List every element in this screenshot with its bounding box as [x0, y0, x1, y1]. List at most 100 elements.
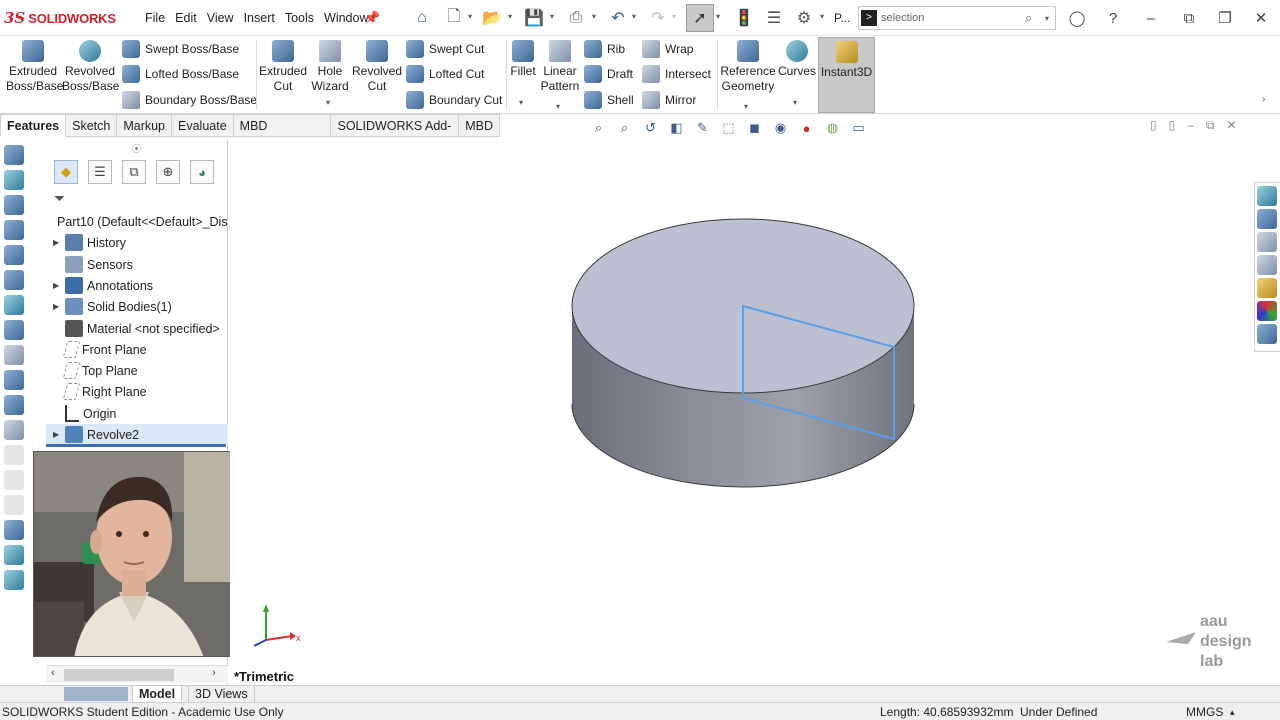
- redo-icon[interactable]: ↷: [646, 6, 670, 30]
- fillet-button[interactable]: Fillet: [508, 40, 538, 79]
- menu-insert[interactable]: Insert: [239, 11, 280, 25]
- expand-arrow-icon[interactable]: ▶: [53, 430, 65, 439]
- extruded-boss-button[interactable]: Extruded Boss/Base: [6, 40, 63, 94]
- display-manager-tab-icon[interactable]: ◕: [190, 160, 214, 184]
- tab-model[interactable]: Model: [132, 686, 183, 703]
- undo-dropdown-icon[interactable]: ▾: [632, 12, 636, 21]
- lofted-boss-icon[interactable]: [4, 320, 24, 340]
- redo-dropdown-icon[interactable]: ▾: [672, 12, 676, 21]
- solidworks-resources-icon[interactable]: [1257, 186, 1277, 206]
- tab-3d-views[interactable]: 3D Views: [188, 686, 255, 703]
- linear-pattern-button[interactable]: Linear Pattern: [540, 40, 580, 94]
- save-icon[interactable]: 💾: [522, 6, 546, 30]
- revolved-boss-button[interactable]: Revolved Boss/Base: [62, 40, 119, 94]
- tree-item[interactable]: Front Plane: [46, 339, 228, 360]
- new-document-icon[interactable]: 🗋: [442, 6, 466, 30]
- tree-item[interactable]: ▶ Annotations: [46, 275, 228, 296]
- pin-menu-icon[interactable]: 📌: [364, 10, 380, 26]
- property-manager-tab-icon[interactable]: ☰: [88, 160, 112, 184]
- reference-geometry-dropdown-icon[interactable]: ▾: [744, 102, 748, 111]
- doc-close-icon[interactable]: ✕: [1226, 118, 1236, 133]
- disabled-tool-icon[interactable]: [4, 495, 24, 515]
- feature-manager-tab-icon[interactable]: ◆: [54, 160, 78, 184]
- wrap-icon[interactable]: [4, 395, 24, 415]
- extruded-boss-icon[interactable]: [4, 145, 24, 165]
- curves-icon[interactable]: [4, 545, 24, 565]
- fillet-dropdown-icon[interactable]: ▾: [519, 98, 523, 107]
- doc-minimize-icon[interactable]: –: [1187, 118, 1194, 133]
- panel-grip-icon[interactable]: ⦿: [132, 142, 141, 155]
- intersect-button[interactable]: Intersect: [642, 64, 711, 84]
- select-icon[interactable]: ➚: [686, 4, 714, 32]
- search-dropdown-icon[interactable]: ▾: [1045, 14, 1049, 23]
- new-dropdown-icon[interactable]: ▾: [468, 12, 472, 21]
- filter-icon[interactable]: ⏷: [54, 190, 65, 207]
- home-icon[interactable]: ⌂: [410, 6, 434, 30]
- print-icon[interactable]: ⎙: [564, 6, 588, 30]
- print-dropdown-icon[interactable]: ▾: [592, 12, 596, 21]
- wrap-button[interactable]: Wrap: [642, 39, 693, 59]
- scroll-left-icon[interactable]: ‹: [51, 667, 55, 679]
- hole-wizard-dropdown-icon[interactable]: ▾: [326, 98, 330, 107]
- select-dropdown-icon[interactable]: ▾: [716, 12, 720, 21]
- scroll-right-icon[interactable]: ›: [212, 667, 216, 679]
- tab-solidworks-addins[interactable]: SOLIDWORKS Add-Ins: [331, 114, 460, 155]
- edit-appearance-icon[interactable]: ●: [796, 118, 817, 138]
- rollback-bar[interactable]: [46, 444, 226, 447]
- expand-toolbar-chevron-icon[interactable]: ›: [1262, 94, 1265, 105]
- search-icon[interactable]: ⌕: [1025, 10, 1032, 26]
- scroll-thumb[interactable]: [64, 669, 174, 681]
- disabled-tool-icon[interactable]: [4, 470, 24, 490]
- boundary-cut-button[interactable]: Boundary Cut: [406, 90, 502, 110]
- save-dropdown-icon[interactable]: ▾: [550, 12, 554, 21]
- tree-item[interactable]: Right Plane: [46, 381, 228, 402]
- configuration-manager-tab-icon[interactable]: ⧉: [122, 160, 146, 184]
- help-icon[interactable]: ?: [1102, 7, 1124, 29]
- tree-item[interactable]: ▶ Revolve2: [46, 424, 228, 445]
- disabled-tool-icon[interactable]: [4, 445, 24, 465]
- tab-mbd-dimensions[interactable]: MBD Dimensions: [233, 114, 332, 155]
- rebuild-icon[interactable]: 🚦: [732, 6, 756, 30]
- search-input[interactable]: [881, 9, 1021, 27]
- tree-item[interactable]: Origin: [46, 403, 228, 424]
- close-icon[interactable]: ✕: [1250, 7, 1272, 29]
- solidworks-logo[interactable]: 3S SOLIDWORKS: [4, 9, 116, 27]
- zoom-to-fit-icon[interactable]: ⌕: [588, 118, 609, 138]
- reference-geometry-button[interactable]: Reference Geometry: [720, 40, 776, 94]
- folder-icon[interactable]: [1257, 255, 1277, 275]
- menu-view[interactable]: View: [202, 11, 239, 25]
- maximize-icon[interactable]: ❐: [1214, 7, 1236, 29]
- tab-evaluate[interactable]: Evaluate: [172, 114, 234, 137]
- rib-button[interactable]: Rib: [584, 39, 625, 59]
- boundary-boss-button[interactable]: Boundary Boss/Base: [122, 90, 257, 110]
- tile-right-icon[interactable]: ▯: [1169, 118, 1176, 133]
- tab-navigation-arrows[interactable]: [64, 687, 128, 701]
- unit-system[interactable]: MMGS: [1186, 703, 1223, 720]
- boundary-icon[interactable]: [4, 345, 24, 365]
- swept-boss-icon[interactable]: [4, 195, 24, 215]
- display-style-icon[interactable]: ◼: [744, 118, 765, 138]
- undo-icon[interactable]: ↶: [606, 6, 630, 30]
- previous-view-icon[interactable]: ↺: [640, 118, 661, 138]
- linear-pattern-dropdown-icon[interactable]: ▾: [556, 102, 560, 111]
- dynamic-annotation-icon[interactable]: ✎: [692, 118, 713, 138]
- revolved-boss-icon[interactable]: [4, 170, 24, 190]
- reference-geometry-icon[interactable]: [4, 520, 24, 540]
- extruded-cut-button[interactable]: Extruded Cut: [258, 40, 308, 94]
- restore-icon[interactable]: ⧉: [1178, 7, 1200, 29]
- section-view-icon[interactable]: ◧: [666, 118, 687, 138]
- extruded-cut-icon[interactable]: [4, 220, 24, 240]
- tab-sketch[interactable]: Sketch: [66, 114, 118, 137]
- lofted-cut-button[interactable]: Lofted Cut: [406, 64, 484, 84]
- swept-cut-button[interactable]: Swept Cut: [406, 39, 484, 59]
- file-explorer-icon[interactable]: [1257, 232, 1277, 252]
- lofted-boss-button[interactable]: Lofted Boss/Base: [122, 64, 239, 84]
- hole-icon[interactable]: [4, 370, 24, 390]
- revolved-cut-button[interactable]: Revolved Cut: [352, 40, 402, 94]
- instant3d-button[interactable]: Instant3D: [818, 37, 875, 113]
- tree-item[interactable]: Part10 (Default<<Default>_Disp: [46, 211, 228, 232]
- curves-dropdown-icon[interactable]: ▾: [793, 98, 797, 107]
- shell-button[interactable]: Shell: [584, 90, 634, 110]
- options-gear-icon[interactable]: ⚙: [792, 6, 816, 30]
- revolved-cut-icon[interactable]: [4, 245, 24, 265]
